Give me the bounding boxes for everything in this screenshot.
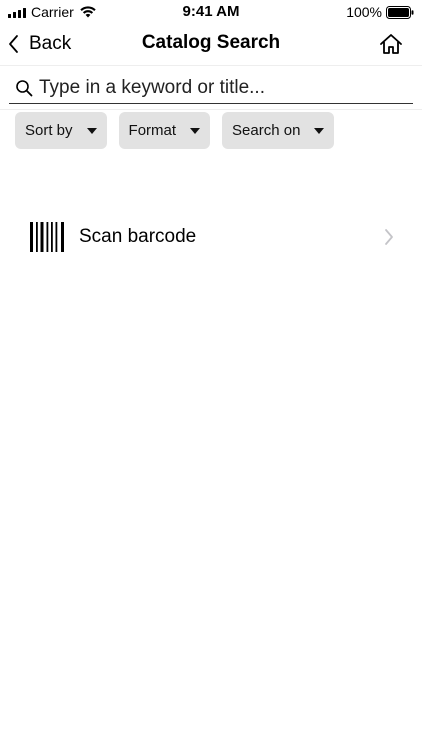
filter-bar: Sort by Format Search on — [15, 112, 335, 149]
search-on-label: Search on — [232, 122, 301, 139]
search-input[interactable] — [39, 72, 399, 103]
format-label: Format — [128, 122, 177, 139]
home-icon — [380, 34, 402, 54]
chevron-right-icon — [385, 229, 393, 245]
battery-icon — [386, 5, 414, 19]
caret-down-icon — [190, 127, 201, 134]
search-on-dropdown[interactable]: Search on — [222, 112, 335, 149]
scan-barcode-row[interactable]: Scan barcode — [0, 212, 422, 262]
format-dropdown[interactable]: Format — [118, 112, 211, 149]
status-right: 100% — [346, 4, 414, 20]
sort-by-dropdown[interactable]: Sort by — [15, 112, 107, 149]
caret-down-icon — [314, 127, 325, 134]
battery-percentage: 100% — [346, 4, 382, 20]
page-title: Catalog Search — [141, 32, 281, 53]
search-icon — [15, 79, 33, 97]
caret-down-icon — [86, 127, 97, 134]
search-divider — [0, 109, 422, 110]
scan-barcode-label: Scan barcode — [79, 226, 197, 247]
status-bar: Carrier 9:41 AM 100% — [0, 0, 422, 24]
sort-by-label: Sort by — [25, 122, 73, 139]
barcode-icon — [30, 222, 64, 252]
home-button[interactable] — [378, 30, 404, 58]
search-bar — [9, 72, 413, 104]
navigation-bar: Back Catalog Search — [0, 24, 422, 66]
